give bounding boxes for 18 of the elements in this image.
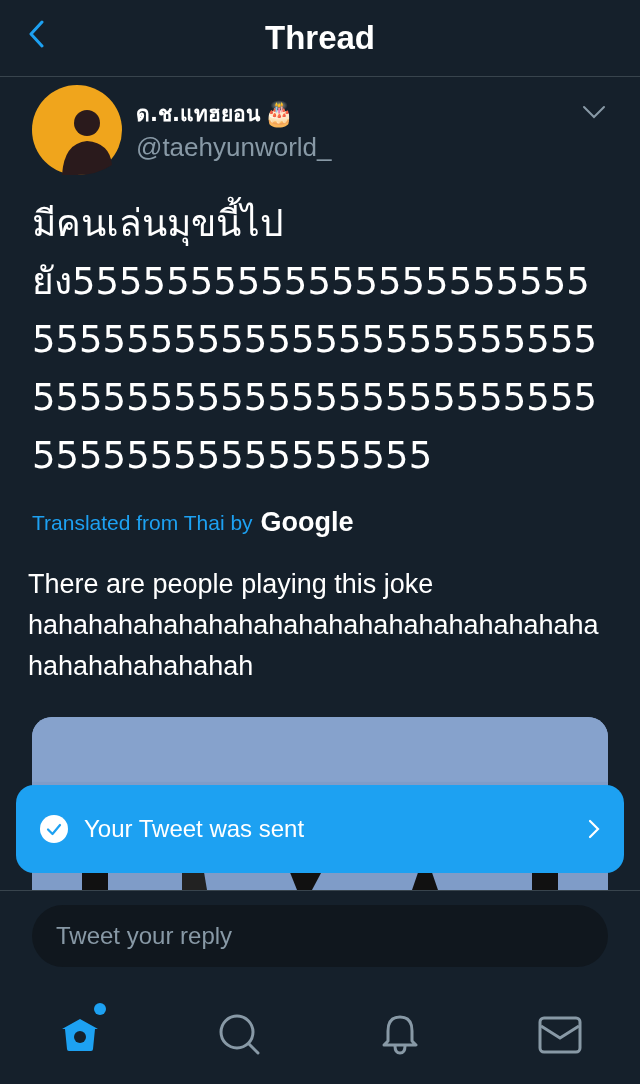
notification-dot [94,1003,106,1015]
reply-field[interactable]: Tweet your reply [32,904,608,967]
user-handle: @taehyunworld_ [136,132,333,163]
avatar-icon[interactable] [32,85,122,175]
back-icon[interactable] [28,20,44,48]
chevron-down-icon[interactable] [582,105,606,119]
translator-logo: Google [260,507,354,538]
tweet-text: มีคนเล่นมุขนี้ไป ยัง555555555555555555555555555555555555555555555555555555555555555555555555555555555555555 [32,195,608,485]
toast-message: Your Tweet was sent [84,815,306,843]
translation-label[interactable]: Translated from Thai by [32,510,253,535]
display-name: ด.ช.แทฮยอน [136,101,260,128]
translated-text: There are people playing this joke hahahahahahahahahahahahahahahahahahahahahahahahahahah [28,568,600,683]
check-icon [40,815,68,843]
cake-emoji: 🎂 [263,99,294,128]
search-icon[interactable] [218,1013,262,1057]
chevron-right-icon [588,819,600,839]
mail-icon[interactable] [538,1016,582,1054]
header-title: Thread [265,19,375,57]
